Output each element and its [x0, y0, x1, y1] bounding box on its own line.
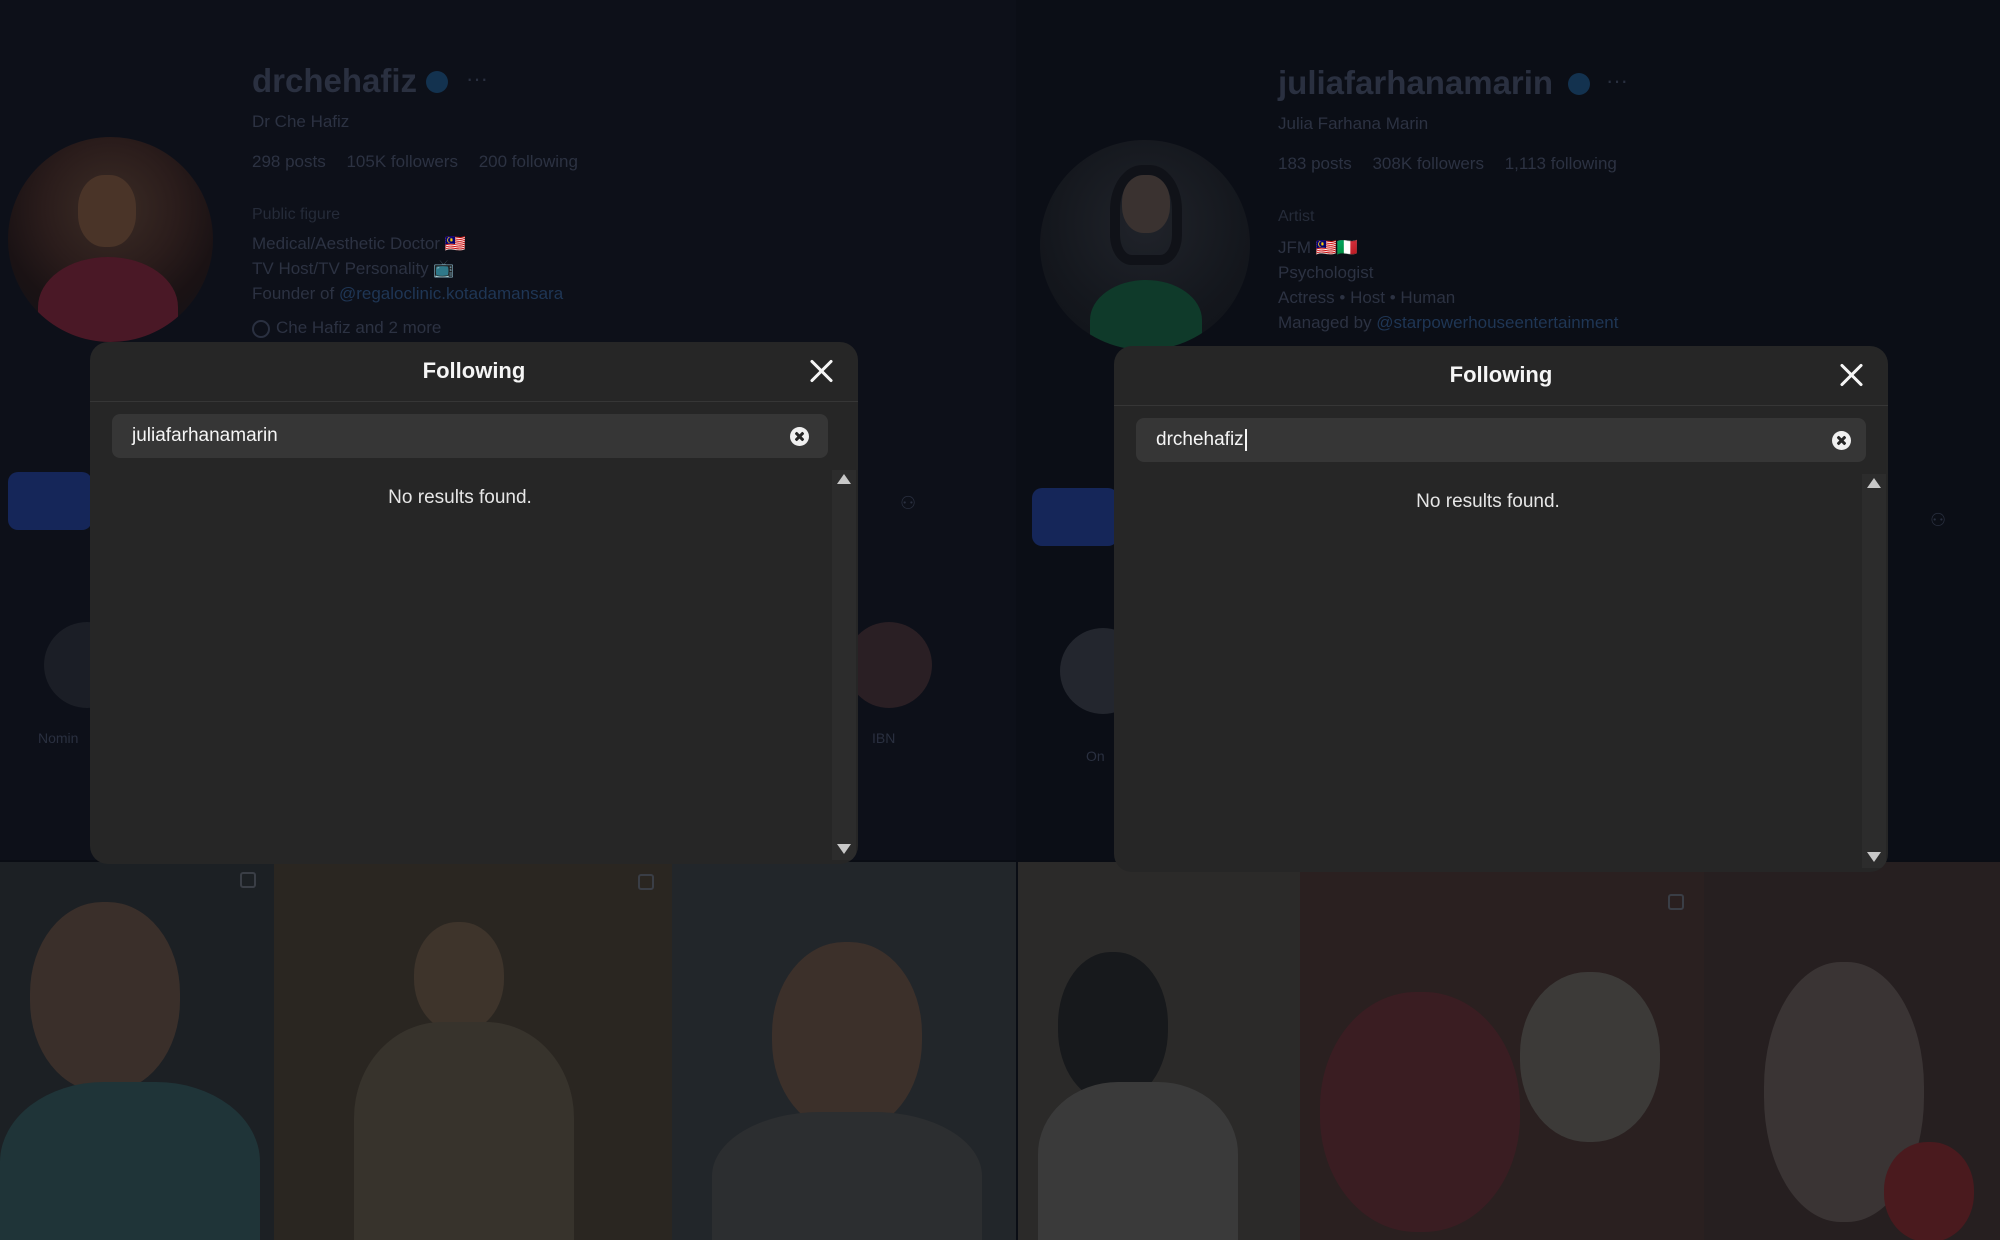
screen: drchehafiz ··· Dr Che Hafiz 298 posts 10… [0, 0, 2000, 1240]
posts-count: 298 posts [252, 152, 326, 171]
search-input-value: drchehafiz [1156, 429, 1244, 450]
dialog-header: Following [90, 342, 858, 402]
post-thumbnail[interactable] [274, 862, 672, 1240]
highlight-label: IBN [872, 730, 896, 746]
post-subject [0, 1082, 260, 1240]
bio-founder-prefix: Founder of [252, 284, 339, 303]
bio-line: TV Host/TV Personality 📺 [252, 259, 455, 278]
verified-badge-icon [1568, 73, 1590, 95]
post-thumbnail[interactable] [1704, 862, 2000, 1240]
clear-search-icon[interactable] [1832, 431, 1851, 450]
suggested-user-icon[interactable]: ⚇ [1930, 510, 1952, 532]
more-options-icon[interactable]: ··· [466, 66, 488, 92]
clear-search-icon[interactable] [790, 427, 809, 446]
scroll-up-arrow-icon[interactable] [1867, 478, 1881, 488]
verified-badge-icon [426, 71, 448, 93]
facebook-link-label: Che Hafiz and 2 more [276, 318, 442, 337]
posts-grid [0, 862, 2000, 1240]
post-subject [1520, 972, 1660, 1142]
avatar-face [78, 175, 136, 247]
more-options-icon[interactable]: ··· [1606, 68, 1628, 94]
post-thumbnail[interactable] [1018, 862, 1300, 1240]
avatar-face [1122, 175, 1170, 233]
dialog-title: Following [1449, 362, 1553, 387]
post-subject [1038, 1082, 1238, 1240]
scrollbar[interactable] [832, 470, 856, 860]
bio-line: Founder of @regaloclinic.kotadamansara [252, 284, 563, 304]
highlight-label: Nomin [38, 730, 79, 746]
posts-count: 183 posts [1278, 154, 1352, 173]
highlight-story[interactable] [846, 622, 932, 708]
bio-line: Managed by @starpowerhouseentertainment [1278, 313, 1618, 333]
dialog-header: Following [1114, 346, 1888, 406]
followers-count[interactable]: 105K followers [346, 152, 458, 171]
reel-icon [638, 874, 654, 890]
profile-stats: 183 posts 308K followers 1,113 following [1278, 154, 1633, 174]
post-subject [1058, 952, 1168, 1102]
profile-category: Artist [1278, 208, 1315, 225]
scroll-down-arrow-icon[interactable] [837, 844, 851, 854]
empty-results-message: No results found. [388, 487, 532, 508]
post-thumbnail[interactable] [672, 862, 1016, 1240]
avatar-shirt [38, 257, 178, 342]
bio-line: JFM 🇲🇾🇮🇹 [1278, 238, 1359, 257]
managed-by-link[interactable]: @starpowerhouseentertainment [1376, 313, 1618, 332]
following-count[interactable]: 200 following [479, 152, 578, 171]
bio-line: Psychologist [1278, 263, 1374, 282]
facebook-icon [252, 319, 270, 338]
profile-category: Public figure [252, 206, 341, 223]
followers-count[interactable]: 308K followers [1372, 154, 1484, 173]
post-subject [354, 1022, 574, 1240]
profile-full-name: Dr Che Hafiz [252, 112, 350, 131]
facebook-link[interactable]: Che Hafiz and 2 more [252, 318, 441, 338]
reel-icon [1668, 894, 1684, 910]
search-field[interactable]: juliafarhanamarin [112, 414, 828, 458]
post-thumbnail[interactable] [1300, 862, 1704, 1240]
following-dialog: Following juliafarhanamarin No results f… [90, 342, 858, 864]
search-input[interactable]: drchehafiz [1156, 418, 1247, 462]
scrollbar[interactable] [1862, 474, 1886, 868]
scroll-up-arrow-icon[interactable] [837, 474, 851, 484]
profile-username[interactable]: juliafarhanamarin [1278, 64, 1553, 102]
avatar[interactable] [8, 137, 213, 342]
close-icon[interactable] [1836, 360, 1866, 390]
following-count[interactable]: 1,113 following [1505, 154, 1617, 173]
post-subject [414, 922, 504, 1032]
profile-full-name: Julia Farhana Marin [1278, 114, 1429, 133]
post-subject [772, 942, 922, 1132]
bio-managed-prefix: Managed by [1278, 313, 1377, 332]
founder-link[interactable]: @regaloclinic.kotadamansara [339, 284, 563, 303]
reel-icon [240, 872, 256, 888]
highlight-label: On [1086, 748, 1105, 764]
post-subject [712, 1112, 982, 1240]
profile-stats: 298 posts 105K followers 200 following [252, 152, 594, 172]
dialog-title: Following [422, 358, 526, 383]
close-icon[interactable] [806, 356, 836, 386]
profile-username[interactable]: drchehafiz [252, 62, 417, 100]
suggested-user-icon[interactable]: ⚇ [900, 493, 922, 515]
search-field[interactable]: drchehafiz [1136, 418, 1866, 462]
bio-line: Actress • Host • Human [1278, 288, 1456, 307]
search-input[interactable]: juliafarhanamarin [132, 414, 278, 458]
follow-button[interactable] [1032, 488, 1118, 546]
post-thumbnail[interactable] [0, 862, 274, 1240]
empty-results-message: No results found. [1416, 491, 1560, 512]
following-dialog: Following drchehafiz No results found. [1114, 346, 1888, 872]
post-subject [1884, 1142, 1974, 1240]
scroll-down-arrow-icon[interactable] [1867, 852, 1881, 862]
avatar[interactable] [1040, 140, 1250, 350]
post-subject [30, 902, 180, 1092]
follow-button[interactable] [8, 472, 92, 530]
text-caret [1244, 428, 1247, 451]
bio-line: Medical/Aesthetic Doctor 🇲🇾 [252, 234, 466, 253]
avatar-shirt [1090, 280, 1202, 350]
post-subject [1320, 992, 1520, 1232]
